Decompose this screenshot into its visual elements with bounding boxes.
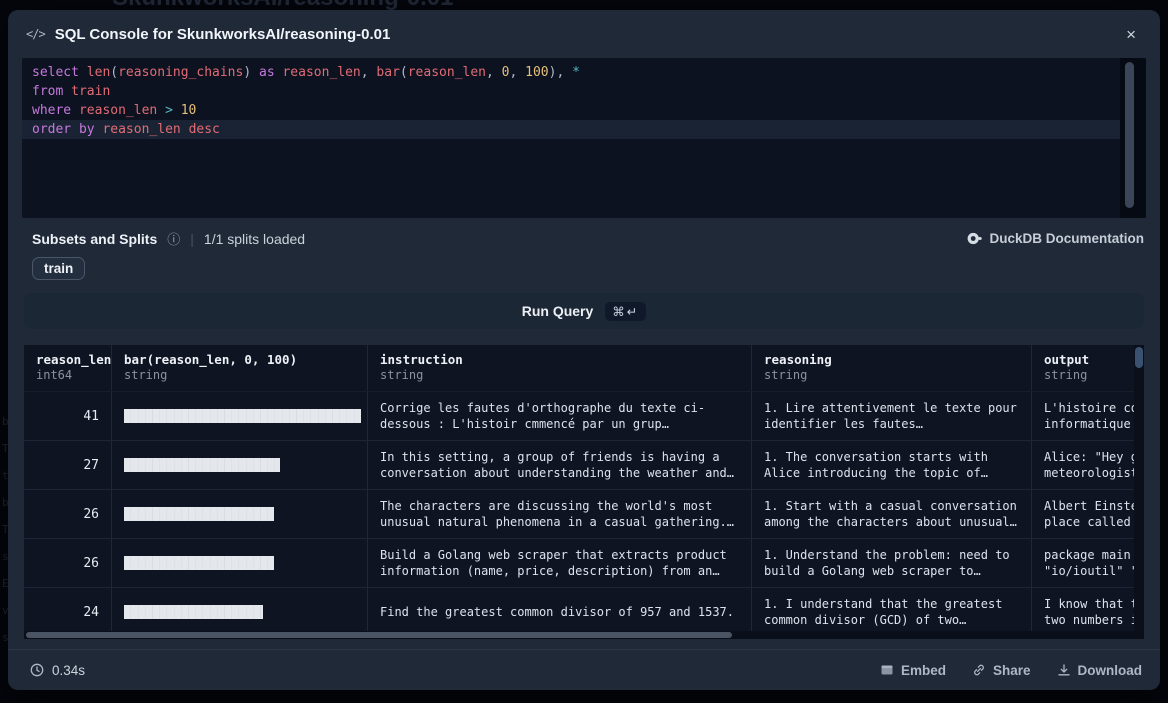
subsets-heading: Subsets and Splits bbox=[32, 231, 157, 247]
cell-instruction: Corrige les fautes d'orthographe du text… bbox=[368, 392, 752, 440]
sql-code: select len(reasoning_chains) as reason_l… bbox=[22, 58, 1146, 139]
cell-instruction: Find the greatest common divisor of 957 … bbox=[368, 588, 752, 631]
column-header-bar-reason_len-0-100-: bar(reason_len, 0, 100)string bbox=[112, 345, 368, 391]
embed-button[interactable]: Embed bbox=[880, 663, 946, 678]
run-query-label: Run Query bbox=[522, 303, 594, 319]
share-label: Share bbox=[993, 663, 1031, 678]
code-line[interactable]: select len(reasoning_chains) as reason_l… bbox=[22, 63, 1146, 82]
close-icon[interactable]: × bbox=[1122, 22, 1140, 47]
duckdb-docs-link[interactable]: DuckDB Documentation bbox=[967, 231, 1144, 246]
subsets-row: Subsets and Splits ⓘ | 1/1 splits loaded… bbox=[32, 229, 1144, 248]
cell-bar bbox=[112, 588, 368, 631]
download-label: Download bbox=[1078, 663, 1143, 678]
query-duration: 0.34s bbox=[30, 663, 85, 678]
column-type: int64 bbox=[36, 368, 99, 382]
embed-label: Embed bbox=[901, 663, 946, 678]
column-name: bar(reason_len, 0, 100) bbox=[124, 352, 355, 367]
cell-output: I know that ttwo numbers i bbox=[1032, 588, 1134, 631]
table-row[interactable]: 26 The characters are discussing the worl… bbox=[24, 490, 1134, 539]
code-line[interactable]: from train bbox=[22, 82, 1146, 101]
duckdb-icon bbox=[967, 231, 982, 246]
embed-icon bbox=[880, 663, 894, 677]
cell-bar bbox=[112, 539, 368, 587]
column-name: reasoning bbox=[764, 352, 1019, 367]
cell-reasoning: 1. I understand that the greatest common… bbox=[752, 588, 1032, 631]
column-type: string bbox=[124, 368, 355, 382]
cmd-enter-kbd: ⌘↵ bbox=[605, 302, 646, 321]
bar-chart bbox=[124, 605, 263, 619]
clock-icon bbox=[30, 663, 44, 677]
run-query-button[interactable]: Run Query ⌘↵ bbox=[24, 293, 1144, 329]
column-header-reasoning: reasoningstring bbox=[752, 345, 1032, 391]
cell-reasoning: 1. Start with a casual conversation amon… bbox=[752, 490, 1032, 538]
column-type: string bbox=[764, 368, 1019, 382]
editor-scrollbar-thumb[interactable] bbox=[1125, 62, 1134, 208]
table-body: 41 Corrige les fautes d'orthographe du te… bbox=[24, 392, 1134, 631]
results-table-scroll-area[interactable]: reason_lenint64bar(reason_len, 0, 100)st… bbox=[24, 345, 1134, 631]
cell-instruction: The characters are discussing the world'… bbox=[368, 490, 752, 538]
download-button[interactable]: Download bbox=[1057, 663, 1143, 678]
link-icon bbox=[972, 663, 986, 677]
download-icon bbox=[1057, 663, 1071, 677]
cell-reasoning: 1. Understand the problem: need to build… bbox=[752, 539, 1032, 587]
column-type: string bbox=[380, 368, 739, 382]
cell-reason-len: 41 bbox=[24, 392, 112, 440]
cell-output: L'histoire coinformatique bbox=[1032, 392, 1134, 440]
cell-reason-len: 27 bbox=[24, 441, 112, 489]
cell-instruction: In this setting, a group of friends is h… bbox=[368, 441, 752, 489]
bar-chart bbox=[124, 409, 361, 423]
cell-bar bbox=[112, 392, 368, 440]
cell-reasoning: 1. Lire attentivement le texte pour iden… bbox=[752, 392, 1032, 440]
column-header-output: outputstring bbox=[1032, 345, 1134, 391]
cell-bar bbox=[112, 490, 368, 538]
column-name: reason_len bbox=[36, 352, 99, 367]
cell-output: Alice: "Hey gmeteorologist bbox=[1032, 441, 1134, 489]
bar-chart bbox=[124, 556, 274, 570]
info-icon[interactable]: ⓘ bbox=[167, 229, 180, 248]
code-icon: </> bbox=[26, 27, 45, 41]
cell-reason-len: 24 bbox=[24, 588, 112, 631]
sql-console-modal: </> SQL Console for SkunkworksAI/reasoni… bbox=[8, 10, 1160, 690]
column-header-reason_len: reason_lenint64 bbox=[24, 345, 112, 391]
cell-reasoning: 1. The conversation starts with Alice in… bbox=[752, 441, 1032, 489]
column-type: string bbox=[1044, 368, 1134, 382]
splits-loaded-text: 1/1 splits loaded bbox=[204, 231, 305, 247]
cell-reason-len: 26 bbox=[24, 539, 112, 587]
results-table: reason_lenint64bar(reason_len, 0, 100)st… bbox=[24, 345, 1144, 639]
column-header-instruction: instructionstring bbox=[368, 345, 752, 391]
query-duration-value: 0.34s bbox=[52, 663, 85, 678]
table-vscrollbar-track bbox=[1134, 345, 1144, 631]
cell-output: Albert Einsteplace called bbox=[1032, 490, 1134, 538]
column-name: output bbox=[1044, 352, 1134, 367]
split-row: train bbox=[32, 257, 1144, 280]
modal-header: </> SQL Console for SkunkworksAI/reasoni… bbox=[8, 10, 1160, 58]
duckdb-docs-label: DuckDB Documentation bbox=[989, 231, 1144, 246]
table-row[interactable]: 41 Corrige les fautes d'orthographe du te… bbox=[24, 392, 1134, 441]
bar-chart bbox=[124, 458, 280, 472]
split-train-button[interactable]: train bbox=[32, 257, 85, 280]
bar-chart bbox=[124, 507, 274, 521]
cell-instruction: Build a Golang web scraper that extracts… bbox=[368, 539, 752, 587]
table-vscrollbar-thumb[interactable] bbox=[1135, 347, 1143, 368]
cell-reason-len: 26 bbox=[24, 490, 112, 538]
table-hscrollbar-thumb[interactable] bbox=[26, 632, 732, 638]
table-header-row: reason_lenint64bar(reason_len, 0, 100)st… bbox=[24, 345, 1134, 392]
column-name: instruction bbox=[380, 352, 739, 367]
table-row[interactable]: 27 In this setting, a group of friends is… bbox=[24, 441, 1134, 490]
modal-footer: 0.34s Embed Share Download bbox=[8, 649, 1160, 690]
sql-editor[interactable]: select len(reasoning_chains) as reason_l… bbox=[22, 58, 1146, 218]
table-row[interactable]: 24 Find the greatest common divisor of 95… bbox=[24, 588, 1134, 631]
table-row[interactable]: 26 Build a Golang web scraper that extrac… bbox=[24, 539, 1134, 588]
code-line[interactable]: where reason_len > 10 bbox=[22, 101, 1146, 120]
divider: | bbox=[190, 231, 194, 247]
code-line[interactable]: order by reason_len desc bbox=[22, 120, 1120, 139]
share-button[interactable]: Share bbox=[972, 663, 1031, 678]
modal-title: SQL Console for SkunkworksAI/reasoning-0… bbox=[55, 26, 1112, 43]
cell-output: package main "io/ioutil" " bbox=[1032, 539, 1134, 587]
cell-bar bbox=[112, 441, 368, 489]
